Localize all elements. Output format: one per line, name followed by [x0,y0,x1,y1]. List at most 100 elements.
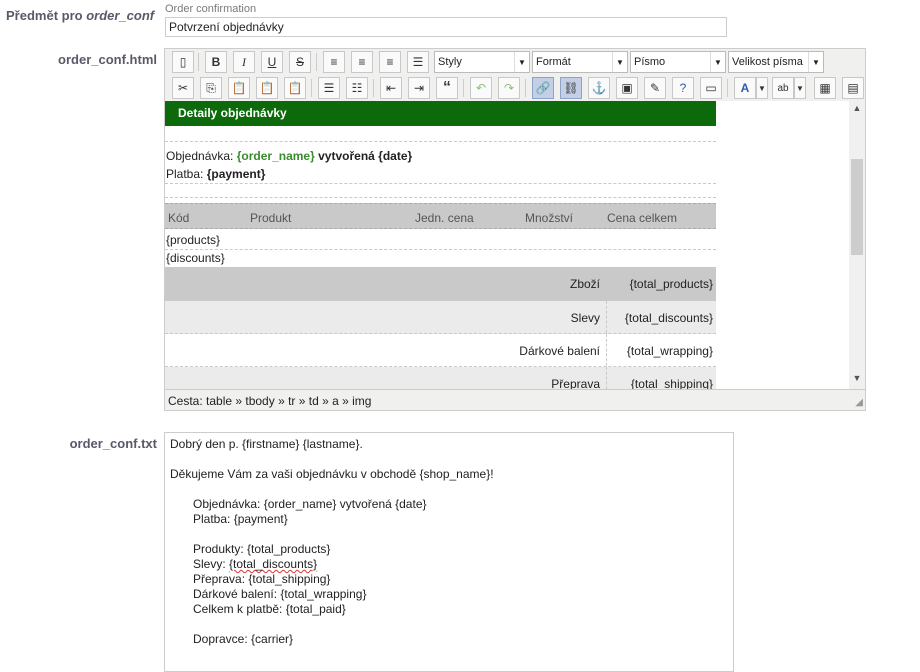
order-created: vytvořená {date} [318,149,413,163]
align-left-icon[interactable]: ≡ [323,51,345,73]
styles-select[interactable]: Styly ▼ [434,51,530,73]
chevron-down-icon[interactable]: ▼ [756,77,768,99]
txt-textarea[interactable]: Dobrý den p. {firstname} {lastname}. Děk… [164,432,734,672]
bold-button[interactable]: B [205,51,227,73]
link-icon[interactable]: 🔗 [532,77,554,99]
media-icon[interactable]: ▦ [814,77,836,99]
table-divider [165,183,716,184]
format-select-value: Formát [536,56,571,68]
cut-icon[interactable]: ✂ [172,77,194,99]
summary-row: Přeprava {total_shipping} [165,367,716,389]
cell-divider [606,367,607,389]
font-select-value: Písmo [634,56,666,68]
subject-label-key: order_conf [86,8,155,23]
align-justify-icon[interactable]: ☰ [407,51,429,73]
image-icon[interactable]: ▣ [616,77,638,99]
italic-button[interactable]: I [233,51,255,73]
scroll-down-icon[interactable]: ▼ [849,373,865,387]
resize-handle-icon[interactable]: ◢ [855,397,863,408]
editor-content[interactable]: Detaily objednávky Objednávka: {order_na… [165,101,849,389]
subject-hint: Order confirmation [165,3,257,15]
summary-row: Zboží {total_products} [165,267,716,301]
html-source-icon[interactable]: ▭ [700,77,722,99]
text-line: Objednávka: {order_name} vytvořená {date… [193,497,427,511]
indent-icon[interactable]: ⇥ [408,77,430,99]
text-line: Slevy: {total_discounts} [193,557,317,571]
text-line: Celkem k platbě: {total_paid} [193,602,346,616]
products-var: {products} [166,233,221,247]
background-color-icon[interactable]: ab [772,77,794,99]
element-path: Cesta: table » tbody » tr » td » a » img [168,394,372,408]
text-color-icon[interactable]: A [734,77,756,99]
redo-icon[interactable]: ↷ [498,77,520,99]
subject-label-prefix: Předmět pro [6,8,83,23]
summary-row: Slevy {total_discounts} [165,301,716,334]
txt-field-label: order_conf.txt [69,436,157,451]
html-editor: ▯ B I U S ≡ ≡ ≡ ☰ Styly ▼ Formát ▼ Písmo ▼ … [164,48,866,411]
products-table-header: Kód Produkt Jedn. cena Množství Cena cel… [165,203,716,229]
format-select[interactable]: Formát ▼ [532,51,628,73]
font-select[interactable]: Písmo ▼ [630,51,726,73]
toolbar-separator [311,79,312,97]
order-line: Objednávka: {order_name} vytvořená {date… [166,149,412,163]
text-line: Dobrý den p. {firstname} {lastname}. [170,437,363,451]
html-field-label: order_conf.html [58,52,157,67]
chevron-down-icon[interactable]: ▼ [794,77,806,99]
paste-text-icon[interactable]: 📋 [256,77,278,99]
toolbar-separator [727,79,728,97]
toolbar-separator [316,53,317,71]
column-header-code: Kód [168,211,190,225]
payment-var: {payment} [206,167,266,181]
table-divider [165,197,716,198]
blockquote-icon[interactable]: “ [436,77,458,99]
discounts-var: {discounts} [166,251,225,265]
fullscreen-icon[interactable]: ▤ [842,77,864,99]
chevron-down-icon: ▼ [808,52,823,72]
bullet-list-icon[interactable]: ☰ [318,77,340,99]
strikethrough-button[interactable]: S [289,51,311,73]
undo-icon[interactable]: ↶ [470,77,492,99]
unlink-icon[interactable]: ⛓ [560,77,582,99]
align-center-icon[interactable]: ≡ [351,51,373,73]
numbered-list-icon[interactable]: ☷ [346,77,368,99]
summary-label: Přeprava [551,377,600,389]
summary-row: Dárkové balení {total_wrapping} [165,334,716,367]
text-line: Děkujeme Vám za vaši objednávku v obchod… [170,467,494,481]
copy-icon[interactable]: ⎘ [200,77,222,99]
text-line: Platba: {payment} [193,512,288,526]
column-header-total: Cena celkem [607,211,678,225]
text-line: Dárkové balení: {total_wrapping} [193,587,367,601]
summary-value: {total_wrapping} [626,344,713,358]
help-icon[interactable]: ? [672,77,694,99]
toolbar-separator [463,79,464,97]
scroll-up-icon[interactable]: ▲ [849,103,865,117]
summary-label: Zboží [569,277,600,291]
font-size-select-value: Velikost písma [732,56,803,68]
summary-label: Dárkové balení [519,344,600,358]
scrollbar-thumb[interactable] [851,159,863,255]
chevron-down-icon: ▼ [612,52,627,72]
paste-icon[interactable]: 📋 [228,77,250,99]
toolbar-separator [525,79,526,97]
order-prefix: Objednávka: [166,149,234,163]
chevron-down-icon: ▼ [710,52,725,72]
order-name-var: {order_name} [236,149,315,163]
subject-input[interactable] [165,17,727,37]
summary-value: {total_products} [629,277,713,291]
editor-scrollbar[interactable]: ▲ ▼ [849,101,865,389]
table-divider [165,249,716,250]
column-header-quantity: Množství [525,211,574,225]
text-line: Produkty: {total_products} [193,542,331,556]
column-header-product: Produkt [250,211,292,225]
cleanup-icon[interactable]: ✎ [644,77,666,99]
align-right-icon[interactable]: ≡ [379,51,401,73]
new-document-icon[interactable]: ▯ [172,51,194,73]
underline-button[interactable]: U [261,51,283,73]
column-header-unit-price: Jedn. cena [415,211,474,225]
font-size-select[interactable]: Velikost písma ▼ [728,51,824,73]
paste-word-icon[interactable]: 📋 [284,77,306,99]
outdent-icon[interactable]: ⇤ [380,77,402,99]
payment-prefix: Platba: [166,167,204,181]
anchor-icon[interactable]: ⚓ [588,77,610,99]
toolbar-separator [373,79,374,97]
